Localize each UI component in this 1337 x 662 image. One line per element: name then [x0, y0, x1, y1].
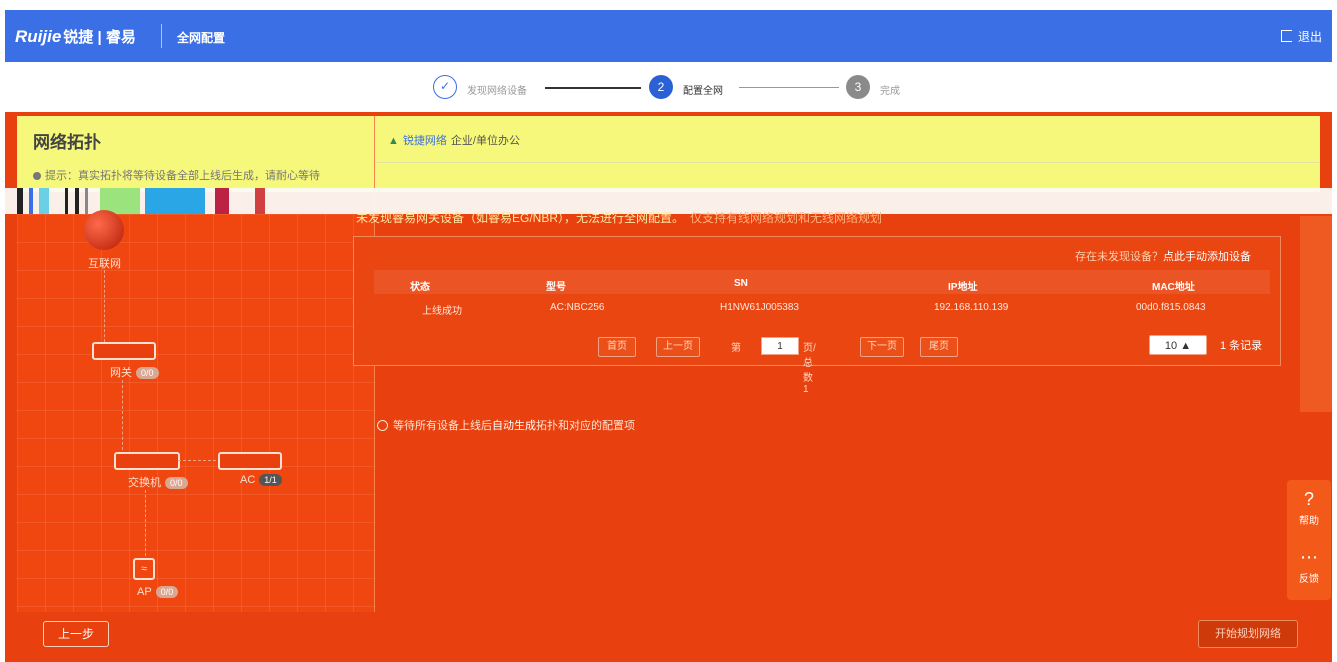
- caret-up-icon: ▲: [1180, 340, 1192, 352]
- col-mac: MAC地址: [1152, 282, 1195, 293]
- network-breadcrumb[interactable]: ▲ 锐捷网络 企业/单位办公: [388, 132, 520, 148]
- wizard-steps: ✓ 发现网络设备 2 配置全网 3 完成: [5, 62, 1332, 112]
- col-status: 状态: [410, 282, 430, 293]
- cell-status: 上线成功: [422, 306, 462, 317]
- gateway-warning: 未发现睿易网关设备（如睿易EG/NBR），无法进行全网配置。 仅支持有线网络规划和…: [356, 209, 882, 226]
- step-1-check-icon: ✓: [433, 75, 457, 99]
- gateway-device-icon[interactable]: [92, 342, 156, 360]
- topology-title: 网络拓扑: [33, 133, 101, 152]
- ac-device-icon[interactable]: [218, 452, 282, 470]
- cell-mac: 00d0.f815.0843: [1136, 302, 1206, 313]
- start-planning-button[interactable]: 开始规划网络: [1198, 620, 1298, 648]
- internet-label: 互联网: [88, 258, 121, 270]
- switch-badge: 0/0: [165, 477, 188, 489]
- logo-brand: Ruijie: [15, 27, 62, 46]
- gateway-label: 网关 0/0: [110, 364, 159, 380]
- feedback-button[interactable]: ⋯ 反馈: [1287, 546, 1331, 585]
- wait-text-c: 拓扑和对应的配置项: [536, 420, 635, 432]
- switch-device-icon[interactable]: [114, 452, 180, 470]
- cell-model: AC:NBC256: [550, 302, 605, 313]
- wait-text-a: 等待所有设备上线后: [393, 420, 492, 432]
- logout-icon: [1280, 30, 1292, 42]
- col-sn: SN: [734, 278, 748, 289]
- topology-canvas: [17, 214, 375, 612]
- col-model: 型号: [546, 282, 566, 293]
- gateway-badge: 0/0: [136, 367, 159, 379]
- step-3-label: 完成: [880, 86, 900, 97]
- ap-label: AP 0/0: [137, 586, 179, 598]
- nav-title: 全网配置: [177, 31, 226, 45]
- add-device-prompt: 存在未发现设备？点此手动添加设备: [1075, 248, 1251, 264]
- link-line: [145, 490, 146, 556]
- feedback-icon: ⋯: [1300, 547, 1318, 567]
- network-tree-icon: ▲: [388, 135, 399, 147]
- info-icon: [33, 172, 41, 180]
- step-connector: [545, 87, 641, 89]
- last-page-button[interactable]: 尾页: [920, 337, 958, 357]
- scrollbar[interactable]: [1300, 216, 1332, 412]
- page-size-select[interactable]: 10 ▲: [1149, 335, 1207, 355]
- wait-message: 等待所有设备上线后自动生成拓扑和对应的配置项: [377, 417, 635, 433]
- link-line: [178, 460, 216, 461]
- clock-icon: [377, 420, 388, 431]
- page-suffix: 页/总数 1: [803, 343, 816, 395]
- topology-tip: 提示：真实拓扑将等待设备全部上线后生成，请耐心等待: [33, 167, 320, 183]
- help-button[interactable]: ? 帮助: [1287, 488, 1331, 527]
- logo-divider: [161, 24, 162, 48]
- ac-label: AC 1/1: [240, 474, 282, 486]
- device-table: 状态 型号 SN IP地址 MAC地址 上线成功 AC:NBC256 H1NW6…: [374, 270, 1270, 326]
- wait-text-b: 自动生成: [492, 420, 536, 432]
- help-label: 帮助: [1299, 516, 1319, 527]
- cell-ip: 192.168.110.139: [934, 302, 1009, 313]
- col-ip: IP地址: [948, 282, 978, 293]
- header-divider: [375, 162, 1320, 163]
- help-icon: ?: [1303, 489, 1314, 509]
- page-prefix: 第: [731, 343, 741, 354]
- add-device-question: 存在未发现设备？: [1075, 251, 1163, 263]
- page-size-value: 10: [1164, 340, 1178, 352]
- ap-wifi-icon[interactable]: ≈: [133, 558, 155, 580]
- step-2-label: 配置全网: [683, 86, 723, 97]
- step-2-number: 2: [649, 75, 673, 99]
- cell-sn: H1NW61J005383: [720, 302, 799, 313]
- link-line: [122, 380, 123, 450]
- top-header: Ruijie 锐捷 | 睿易 全网配置 退出: [5, 10, 1332, 62]
- page-input[interactable]: 1: [761, 337, 799, 355]
- logout-button[interactable]: 退出: [1280, 28, 1322, 45]
- step-1-label: 发现网络设备: [467, 86, 527, 97]
- internet-globe-icon: [84, 210, 124, 250]
- step-3-number: 3: [846, 75, 870, 99]
- add-device-link[interactable]: 点此手动添加设备: [1163, 251, 1251, 263]
- topology-tip-text: 提示：真实拓扑将等待设备全部上线后生成，请耐心等待: [45, 170, 320, 182]
- warning-main-text: 未发现睿易网关设备（如睿易EG/NBR），无法进行全网配置。: [356, 211, 685, 225]
- prev-step-button[interactable]: 上一步: [43, 621, 109, 647]
- logo-cn: 锐捷 | 睿易: [63, 29, 136, 46]
- feedback-label: 反馈: [1299, 574, 1319, 585]
- side-toolbar: ? 帮助 ⋯ 反馈: [1287, 480, 1331, 600]
- ac-badge: 1/1: [259, 474, 282, 486]
- glitch-bars: [5, 188, 305, 214]
- prev-page-button[interactable]: 上一页: [656, 337, 700, 357]
- switch-label: 交换机 0/0: [128, 474, 188, 490]
- table-header: [374, 270, 1270, 294]
- network-scene: 企业/单位办公: [450, 135, 520, 147]
- link-line: [104, 270, 105, 342]
- next-page-button[interactable]: 下一页: [860, 337, 904, 357]
- ruijie-logo: Ruijie 锐捷 | 睿易: [15, 26, 136, 47]
- ap-badge: 0/0: [155, 586, 179, 598]
- warning-hint-link[interactable]: 仅支持有线网络规划和无线网络规划: [690, 211, 882, 225]
- network-name: 锐捷网络: [402, 135, 447, 147]
- first-page-button[interactable]: 首页: [598, 337, 636, 357]
- step-connector: [739, 87, 839, 88]
- record-count: 1 条记录: [1220, 340, 1263, 352]
- logout-label: 退出: [1297, 30, 1322, 44]
